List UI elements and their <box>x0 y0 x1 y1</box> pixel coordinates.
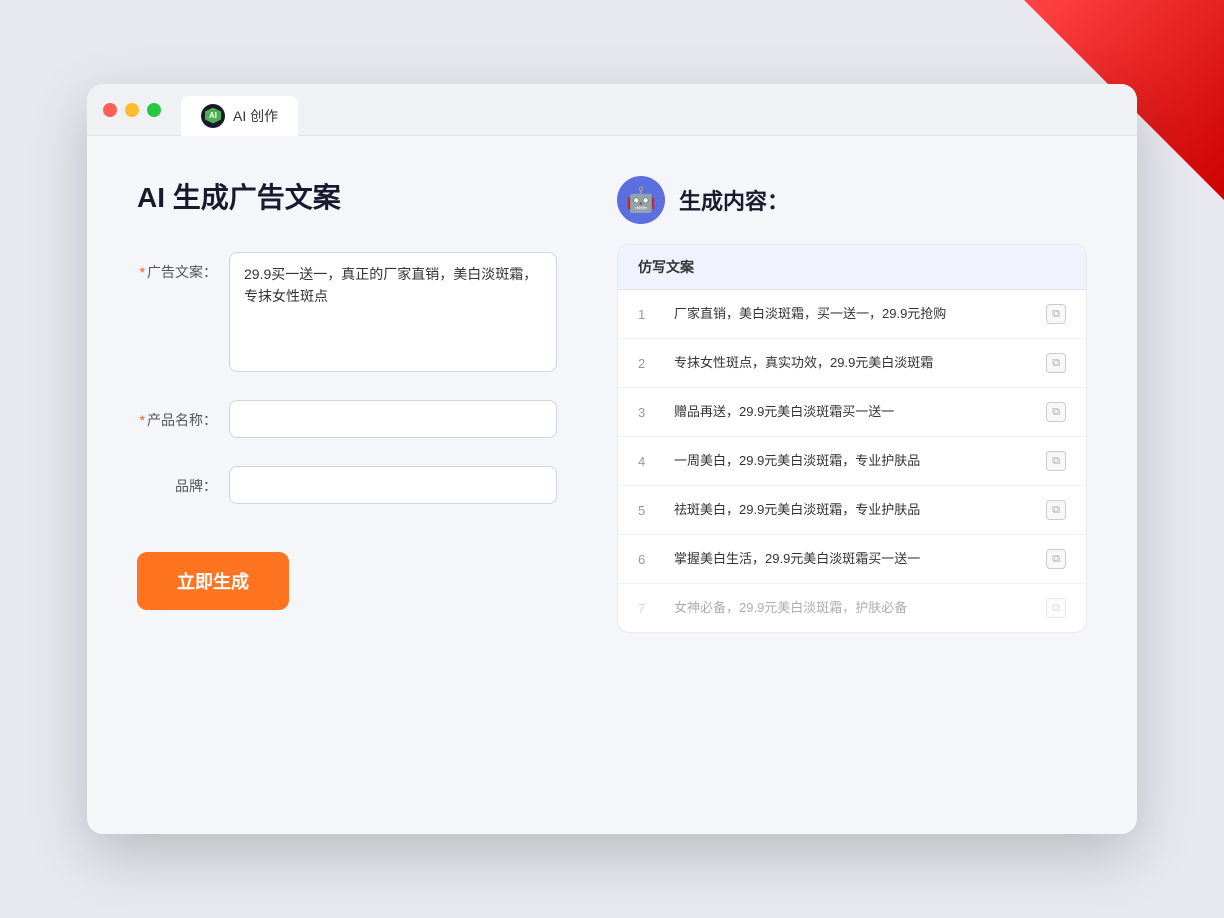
result-title: 生成内容： <box>679 184 789 216</box>
tab-label: AI 创作 <box>233 106 278 126</box>
result-number: 4 <box>638 454 658 469</box>
results-container: 仿写文案 1 厂家直销，美白淡斑霜，买一送一，29.9元抢购 2 专抹女性斑点，真实功… <box>617 244 1087 633</box>
left-panel: AI 生成广告文案 *广告文案： 29.9买一送一，真正的厂家直销，美白淡斑霜，… <box>137 176 557 794</box>
title-bar: AI AI 创作 <box>87 84 1137 136</box>
product-name-required: * <box>140 412 145 428</box>
copy-icon[interactable] <box>1046 598 1066 618</box>
result-number: 3 <box>638 405 658 420</box>
product-name-input[interactable]: 美白淡斑霜 <box>229 400 557 438</box>
result-number: 7 <box>638 601 658 616</box>
copy-icon[interactable] <box>1046 500 1066 520</box>
result-text: 掌握美白生活，29.9元美白淡斑霜买一送一 <box>674 550 1030 568</box>
ad-copy-group: *广告文案： 29.9买一送一，真正的厂家直销，美白淡斑霜，专抹女性斑点 <box>137 252 557 372</box>
brand-label: 品牌： <box>137 466 217 496</box>
results-column-header: 仿写文案 <box>618 245 1086 290</box>
result-item: 6 掌握美白生活，29.9元美白淡斑霜买一送一 <box>618 535 1086 584</box>
result-item: 1 厂家直销，美白淡斑霜，买一送一，29.9元抢购 <box>618 290 1086 339</box>
result-header: 生成内容： <box>617 176 1087 224</box>
robot-icon <box>617 176 665 224</box>
traffic-lights <box>103 103 161 117</box>
product-name-group: *产品名称： 美白淡斑霜 <box>137 400 557 438</box>
minimize-button[interactable] <box>125 103 139 117</box>
copy-icon[interactable] <box>1046 549 1066 569</box>
result-item: 4 一周美白，29.9元美白淡斑霜，专业护肤品 <box>618 437 1086 486</box>
ad-copy-textarea[interactable]: 29.9买一送一，真正的厂家直销，美白淡斑霜，专抹女性斑点 <box>229 252 557 372</box>
ai-logo-icon: AI <box>201 104 225 128</box>
result-number: 6 <box>638 552 658 567</box>
result-number: 2 <box>638 356 658 371</box>
result-text: 祛斑美白，29.9元美白淡斑霜，专业护肤品 <box>674 501 1030 519</box>
right-panel: 生成内容： 仿写文案 1 厂家直销，美白淡斑霜，买一送一，29.9元抢购 2 专抹女性… <box>617 176 1087 794</box>
main-content: AI 生成广告文案 *广告文案： 29.9买一送一，真正的厂家直销，美白淡斑霜，… <box>87 136 1137 834</box>
result-text: 一周美白，29.9元美白淡斑霜，专业护肤品 <box>674 452 1030 470</box>
copy-icon[interactable] <box>1046 304 1066 324</box>
product-name-label: *产品名称： <box>137 400 217 430</box>
close-button[interactable] <box>103 103 117 117</box>
result-number: 5 <box>638 503 658 518</box>
result-item: 5 祛斑美白，29.9元美白淡斑霜，专业护肤品 <box>618 486 1086 535</box>
page-title: AI 生成广告文案 <box>137 176 557 216</box>
result-text: 厂家直销，美白淡斑霜，买一送一，29.9元抢购 <box>674 305 1030 323</box>
copy-icon[interactable] <box>1046 451 1066 471</box>
ad-copy-label: *广告文案： <box>137 252 217 282</box>
result-item: 3 赠品再送，29.9元美白淡斑霜买一送一 <box>618 388 1086 437</box>
result-text: 专抹女性斑点，真实功效，29.9元美白淡斑霜 <box>674 354 1030 372</box>
result-text: 女神必备，29.9元美白淡斑霜，护肤必备 <box>674 599 1030 617</box>
results-list: 1 厂家直销，美白淡斑霜，买一送一，29.9元抢购 2 专抹女性斑点，真实功效，29.… <box>618 290 1086 632</box>
result-item: 7 女神必备，29.9元美白淡斑霜，护肤必备 <box>618 584 1086 632</box>
result-item: 2 专抹女性斑点，真实功效，29.9元美白淡斑霜 <box>618 339 1086 388</box>
generate-button[interactable]: 立即生成 <box>137 552 289 610</box>
copy-icon[interactable] <box>1046 353 1066 373</box>
brand-group: 品牌： 好白 <box>137 466 557 504</box>
browser-window: AI AI 创作 AI 生成广告文案 *广告文案： 29.9买一送一，真正的厂家… <box>87 84 1137 834</box>
maximize-button[interactable] <box>147 103 161 117</box>
ai-tab[interactable]: AI AI 创作 <box>181 96 298 136</box>
ai-logo-text: AI <box>209 111 217 120</box>
copy-icon[interactable] <box>1046 402 1066 422</box>
brand-input[interactable]: 好白 <box>229 466 557 504</box>
result-text: 赠品再送，29.9元美白淡斑霜买一送一 <box>674 403 1030 421</box>
result-number: 1 <box>638 307 658 322</box>
ad-copy-required: * <box>140 264 145 280</box>
